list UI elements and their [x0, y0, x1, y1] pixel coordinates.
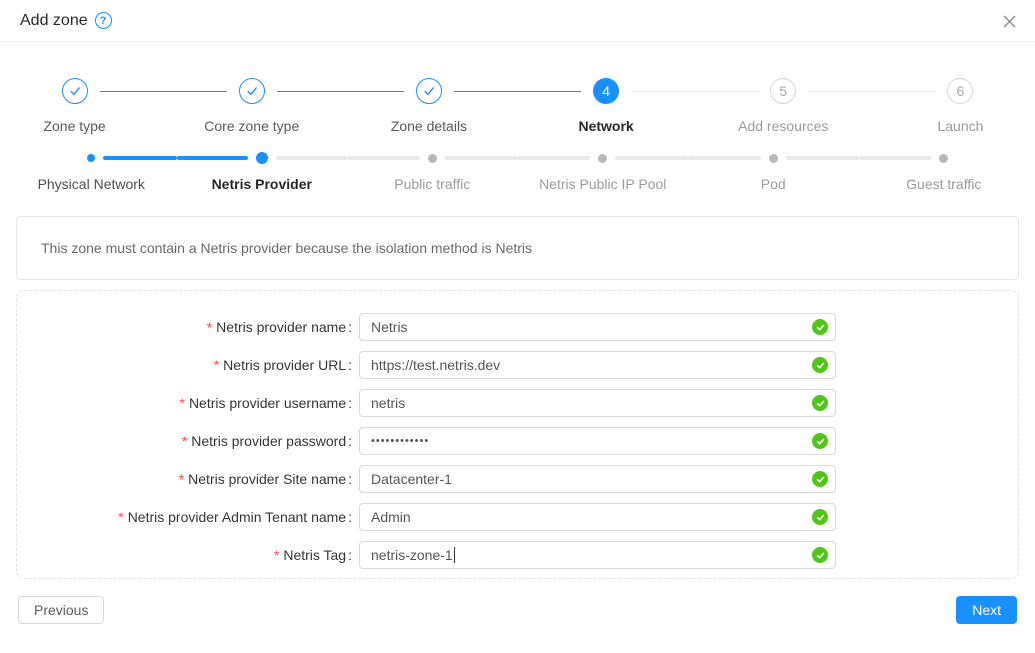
substep-label: Guest traffic	[906, 176, 981, 192]
input-value: Datacenter-1	[371, 471, 452, 487]
substep-label: Netris Provider	[212, 176, 312, 192]
required-marker: *	[118, 509, 123, 525]
valid-check-icon	[812, 433, 828, 449]
field-label: *Netris provider name:	[17, 319, 352, 335]
valid-check-icon	[812, 395, 828, 411]
text-cursor	[454, 547, 455, 563]
step-add-resources: 5 Add resources	[695, 78, 872, 134]
check-icon	[239, 78, 265, 104]
netris-provider-username-input[interactable]: netris	[359, 389, 836, 417]
netris-provider-site-name-input[interactable]: Datacenter-1	[359, 465, 836, 493]
substep-label: Pod	[761, 176, 786, 192]
substep-label: Public traffic	[394, 176, 470, 192]
field-label: *Netris provider username:	[17, 395, 352, 411]
required-marker: *	[274, 547, 279, 563]
form-row: *Netris provider username: netris	[17, 389, 1018, 417]
form-row: *Netris provider Site name: Datacenter-1	[17, 465, 1018, 493]
step-number-badge: 5	[770, 78, 796, 104]
required-marker: *	[214, 357, 219, 373]
notice-text: This zone must contain a Netris provider…	[41, 240, 532, 256]
step-network: 4 Network	[518, 78, 695, 134]
valid-check-icon	[812, 471, 828, 487]
form-row: *Netris provider name: Netris	[17, 313, 1018, 341]
step-core-zone-type: Core zone type	[163, 78, 340, 134]
required-marker: *	[207, 319, 212, 335]
help-icon[interactable]: ?	[95, 12, 112, 29]
substep-guest-traffic: Guest traffic	[859, 152, 1030, 192]
check-icon	[62, 78, 88, 104]
input-value: netris	[371, 395, 405, 411]
previous-button[interactable]: Previous	[18, 596, 104, 624]
wizard-footer: Previous Next	[0, 596, 1035, 624]
netris-provider-name-input[interactable]: Netris	[359, 313, 836, 341]
netris-provider-url-input[interactable]: https://test.netris.dev	[359, 351, 836, 379]
page-title: Add zone	[20, 12, 88, 30]
step-label: Add resources	[738, 118, 828, 134]
step-zone-type: Zone type	[0, 78, 163, 134]
form-row: *Netris provider URL: https://test.netri…	[17, 351, 1018, 379]
field-label: *Netris provider password:	[17, 433, 352, 449]
step-zone-details: Zone details	[340, 78, 517, 134]
substep-netris-provider: Netris Provider	[177, 152, 348, 192]
step-label: Zone details	[391, 118, 467, 134]
step-number-badge: 4	[593, 78, 619, 104]
substep-label: Physical Network	[38, 176, 145, 192]
step-label: Launch	[937, 118, 983, 134]
field-label: *Netris provider Site name:	[17, 471, 352, 487]
substep-pod: Pod	[688, 152, 859, 192]
step-label: Zone type	[43, 118, 105, 134]
network-substeps: Physical Network Netris Provider Public …	[6, 152, 1029, 192]
input-value: netris-zone-1	[371, 547, 453, 563]
netris-provider-password-input[interactable]: ••••••••••••	[359, 427, 836, 455]
step-dot-icon	[87, 154, 95, 162]
next-button[interactable]: Next	[956, 596, 1017, 624]
input-value: Admin	[371, 509, 411, 525]
step-label: Network	[578, 118, 633, 134]
dialog-header: Add zone ?	[0, 0, 1035, 42]
field-label: *Netris provider Admin Tenant name:	[17, 509, 352, 525]
required-marker: *	[182, 433, 187, 449]
valid-check-icon	[812, 357, 828, 373]
valid-check-icon	[812, 319, 828, 335]
step-dot-icon	[598, 154, 607, 163]
input-value: Netris	[371, 319, 408, 335]
input-value: ••••••••••••	[371, 435, 429, 447]
field-label: *Netris Tag:	[17, 547, 352, 563]
step-number-badge: 6	[947, 78, 973, 104]
step-dot-icon	[428, 154, 437, 163]
form-row: *Netris provider Admin Tenant name: Admi…	[17, 503, 1018, 531]
required-marker: *	[179, 395, 184, 411]
wizard-steps: Zone type Core zone type Zone details 4 …	[0, 78, 1035, 134]
netris-provider-form: *Netris provider name: Netris *Netris pr…	[16, 290, 1019, 579]
check-icon	[416, 78, 442, 104]
valid-check-icon	[812, 509, 828, 525]
step-launch: 6 Launch	[872, 78, 1035, 134]
input-value: https://test.netris.dev	[371, 357, 500, 373]
substep-physical-network: Physical Network	[6, 152, 177, 192]
substep-label: Netris Public IP Pool	[539, 176, 666, 192]
step-dot-icon	[939, 154, 948, 163]
close-icon[interactable]	[1001, 13, 1017, 29]
substep-public-traffic: Public traffic	[347, 152, 518, 192]
substep-netris-public-ip-pool: Netris Public IP Pool	[518, 152, 689, 192]
form-row: *Netris Tag: netris-zone-1	[17, 541, 1018, 569]
step-dot-icon	[769, 154, 778, 163]
required-marker: *	[179, 471, 184, 487]
netris-tag-input[interactable]: netris-zone-1	[359, 541, 836, 569]
step-label: Core zone type	[204, 118, 299, 134]
valid-check-icon	[812, 547, 828, 563]
notice-card: This zone must contain a Netris provider…	[16, 216, 1019, 280]
netris-provider-admin-tenant-name-input[interactable]: Admin	[359, 503, 836, 531]
form-row: *Netris provider password: ••••••••••••	[17, 427, 1018, 455]
field-label: *Netris provider URL:	[17, 357, 352, 373]
step-dot-icon	[256, 152, 268, 164]
